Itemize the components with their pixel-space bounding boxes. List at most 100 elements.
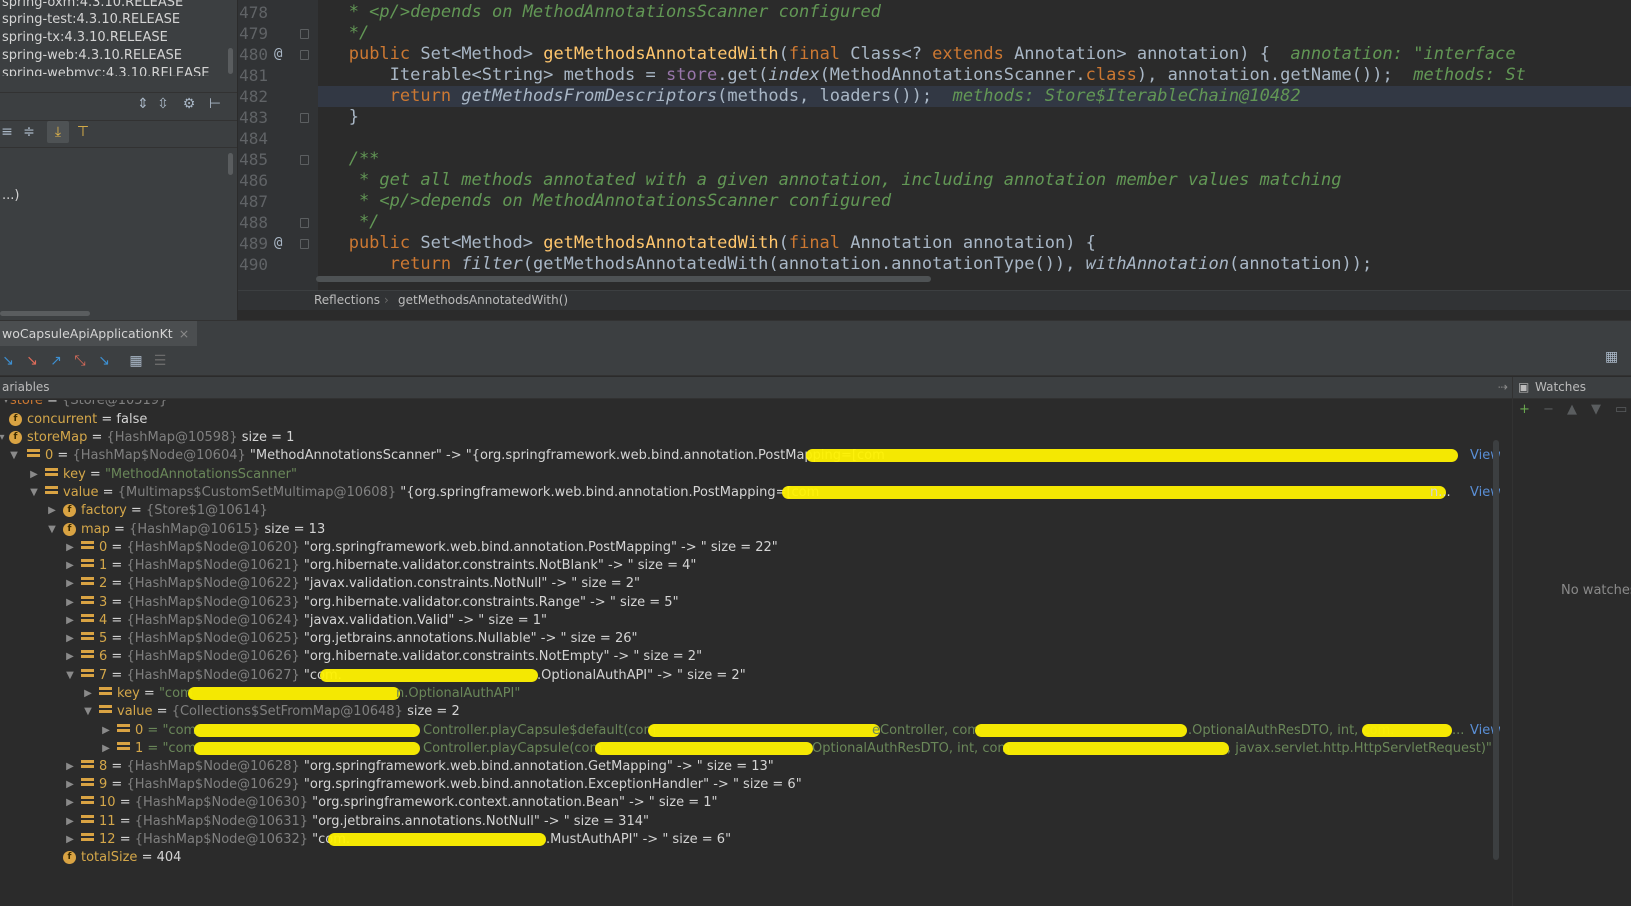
map-entry-row[interactable]: ▶ 10 = {HashMap$Node@10630} "org.springf… [0, 793, 1500, 812]
expand-arrow-icon[interactable]: ▶ [64, 757, 76, 776]
variable-row[interactable]: ▶ key = "com n.OptionalAuthAPI" [0, 684, 1500, 703]
expand-arrow-icon[interactable]: ▶ [64, 793, 76, 812]
variable-row[interactable]: ▼ 0 = {HashMap$Node@10604} "MethodAnnota… [0, 446, 1500, 465]
expand-arrow-icon[interactable]: ▶ [82, 684, 94, 703]
collapse-arrow-icon[interactable]: ▼ [64, 666, 76, 685]
step-into-icon[interactable]: ↘ [22, 351, 42, 371]
breadcrumb-item-class[interactable]: Reflections [314, 293, 380, 307]
map-entry-row[interactable]: ▶ 5 = {HashMap$Node@10625} "org.jetbrain… [0, 629, 1500, 648]
editor-gutter[interactable]: 478 479 480 @ 481 482 483 484 485 486 487… [238, 0, 318, 290]
field-icon: f [63, 504, 76, 517]
variable-row[interactable]: ▼ value = {Collections$SetFromMap@10648}… [0, 702, 1500, 721]
variable-row[interactable]: ▾ f storeMap = {HashMap@10598} size = 1 [0, 428, 1500, 447]
scroll-down-icon[interactable]: ≑ [18, 121, 40, 143]
variable-row[interactable]: ▶ 1 = "com Controller.playCapsule(com Op… [0, 739, 1500, 758]
expand-arrow-icon[interactable]: ▶ [100, 739, 112, 758]
drop-frame-icon[interactable]: ⤡ [70, 351, 90, 371]
evaluate-icon[interactable]: ▦ [126, 351, 146, 371]
map-entry-row[interactable]: ▶ 12 = {HashMap$Node@10632} "com. .MustA… [0, 830, 1500, 849]
editor-hscrollbar[interactable] [316, 276, 931, 282]
library-item[interactable]: spring-web:4.3.10.RELEASE [2, 46, 182, 65]
map-entry-row[interactable]: ▶ 1 = {HashMap$Node@10621} "org.hibernat… [0, 556, 1500, 575]
list-icon [117, 742, 130, 755]
scroll-up-icon[interactable]: ≡ [0, 121, 18, 143]
fold-icon[interactable] [300, 218, 309, 228]
library-item[interactable]: spring-test:4.3.10.RELEASE [2, 10, 180, 29]
map-entry-row[interactable]: ▶ 11 = {HashMap$Node@10631} "org.jetbrai… [0, 812, 1500, 831]
step-out-icon[interactable]: ↗ [46, 351, 66, 371]
library-item[interactable]: spring-webmvc:4.3.10.RELEASE [2, 64, 209, 76]
scroll-to-end-icon[interactable]: ⤓ [47, 121, 69, 143]
move-up-icon[interactable]: ▲ [1567, 402, 1577, 417]
map-entry-row[interactable]: ▼ 7 = {HashMap$Node@10627} "com. .Option… [0, 666, 1500, 685]
expand-arrow-icon[interactable]: ▶ [64, 556, 76, 575]
override-marker-icon[interactable]: @ [274, 44, 282, 65]
project-scrollbar[interactable] [228, 48, 233, 74]
soft-wrap-icon[interactable]: ⊤ [72, 121, 94, 143]
expand-arrow-icon[interactable]: ▶ [64, 629, 76, 648]
library-item[interactable]: spring-tx:4.3.10.RELEASE [2, 28, 168, 47]
fold-icon[interactable] [300, 239, 309, 249]
variable-row[interactable]: f concurrent = false [0, 410, 1500, 429]
collapse-all-icon[interactable]: ⇳ [152, 93, 174, 115]
console-hscrollbar[interactable] [0, 311, 90, 316]
gear-icon[interactable]: ⚙ [178, 93, 200, 115]
collapse-arrow-icon[interactable]: ▼ [8, 446, 20, 465]
expand-arrow-icon[interactable]: ▶ [64, 812, 76, 831]
fold-icon[interactable] [300, 155, 309, 165]
run-to-cursor-icon[interactable]: ↘ [94, 351, 114, 371]
map-entry-row[interactable]: ▶ 8 = {HashMap$Node@10628} "org.springfr… [0, 757, 1500, 776]
console-scrollbar[interactable] [228, 153, 233, 175]
move-down-icon[interactable]: ▼ [1591, 402, 1601, 417]
variable-row[interactable]: ▶ 0 = "com Controller.playCapsule$defaul… [0, 721, 1500, 740]
collapse-arrow-icon[interactable]: ▼ [28, 483, 40, 502]
override-marker-icon[interactable]: @ [274, 233, 282, 254]
expand-arrow-icon[interactable]: ▶ [64, 538, 76, 557]
map-entry-row[interactable]: ▶ 0 = {HashMap$Node@10620} "org.springfr… [0, 538, 1500, 557]
map-entry-row[interactable]: ▶ 6 = {HashMap$Node@10626} "org.hibernat… [0, 647, 1500, 666]
collapse-arrow-icon[interactable]: ▼ [46, 520, 58, 539]
expand-arrow-icon[interactable]: ▶ [100, 721, 112, 740]
variables-scrollbar[interactable] [1493, 440, 1499, 860]
variable-row[interactable]: ▾ store = {Store@10519} [0, 400, 1500, 410]
hide-icon[interactable]: ⊢ [204, 93, 226, 115]
expand-arrow-icon[interactable]: ▶ [64, 830, 76, 849]
watches-icon: ▣ [1518, 380, 1530, 394]
breadcrumb-item-method[interactable]: getMethodsAnnotatedWith() [398, 293, 568, 307]
pin-icon[interactable]: ⇢ [1498, 380, 1508, 394]
copy-icon[interactable]: ▭ [1615, 402, 1627, 417]
expand-arrow-icon[interactable]: ▶ [46, 501, 58, 520]
expand-arrow-icon[interactable]: ▶ [28, 465, 40, 484]
variables-tree[interactable]: ▾ store = {Store@10519} f concurrent = f… [0, 400, 1500, 906]
trace-icon[interactable]: ☰ [150, 351, 170, 371]
map-entry-row[interactable]: ▶ 2 = {HashMap$Node@10622} "javax.valida… [0, 574, 1500, 593]
step-over-icon[interactable]: ↘ [0, 351, 18, 371]
expand-arrow-icon[interactable]: ▶ [64, 611, 76, 630]
map-entry-row[interactable]: ▶ 4 = {HashMap$Node@10624} "javax.valida… [0, 611, 1500, 630]
variable-row[interactable]: ▶ key = "MethodAnnotationsScanner" [0, 465, 1500, 484]
expand-all-icon[interactable]: ⇕ [132, 93, 154, 115]
gutter-line: 487 [239, 192, 268, 211]
expand-arrow-icon[interactable]: ▶ [64, 593, 76, 612]
variable-row[interactable]: ▼ value = {Multimaps$CustomSetMultimap@1… [0, 483, 1500, 502]
collapse-arrow-icon[interactable]: ▼ [82, 702, 94, 721]
expand-arrow-icon[interactable]: ▶ [64, 574, 76, 593]
variable-row[interactable]: ▼ f map = {HashMap@10615} size = 13 [0, 520, 1500, 539]
collapse-arrow-icon[interactable]: ▾ [0, 428, 8, 447]
variable-row[interactable]: f totalSize = 404 [0, 848, 1500, 867]
tab-debug-session[interactable]: woCapsuleApiApplicationKt × [0, 321, 198, 346]
layout-icon[interactable]: ▦ [1605, 349, 1618, 365]
remove-watch-icon[interactable]: − [1543, 402, 1554, 417]
expand-arrow-icon[interactable]: ▶ [64, 647, 76, 666]
code-editor[interactable]: 478 479 480 @ 481 482 483 484 485 486 487… [238, 0, 1631, 290]
variable-row[interactable]: ▶ f factory = {Store$1@10614} [0, 501, 1500, 520]
redaction-mark [194, 724, 420, 737]
fold-icon[interactable] [300, 113, 309, 123]
fold-icon[interactable] [300, 29, 309, 39]
close-icon[interactable]: × [179, 326, 189, 341]
add-watch-icon[interactable]: + [1519, 402, 1530, 417]
map-entry-row[interactable]: ▶ 9 = {HashMap$Node@10629} "org.springfr… [0, 775, 1500, 794]
map-entry-row[interactable]: ▶ 3 = {HashMap$Node@10623} "org.hibernat… [0, 593, 1500, 612]
expand-arrow-icon[interactable]: ▶ [64, 775, 76, 794]
fold-icon[interactable] [300, 50, 309, 60]
